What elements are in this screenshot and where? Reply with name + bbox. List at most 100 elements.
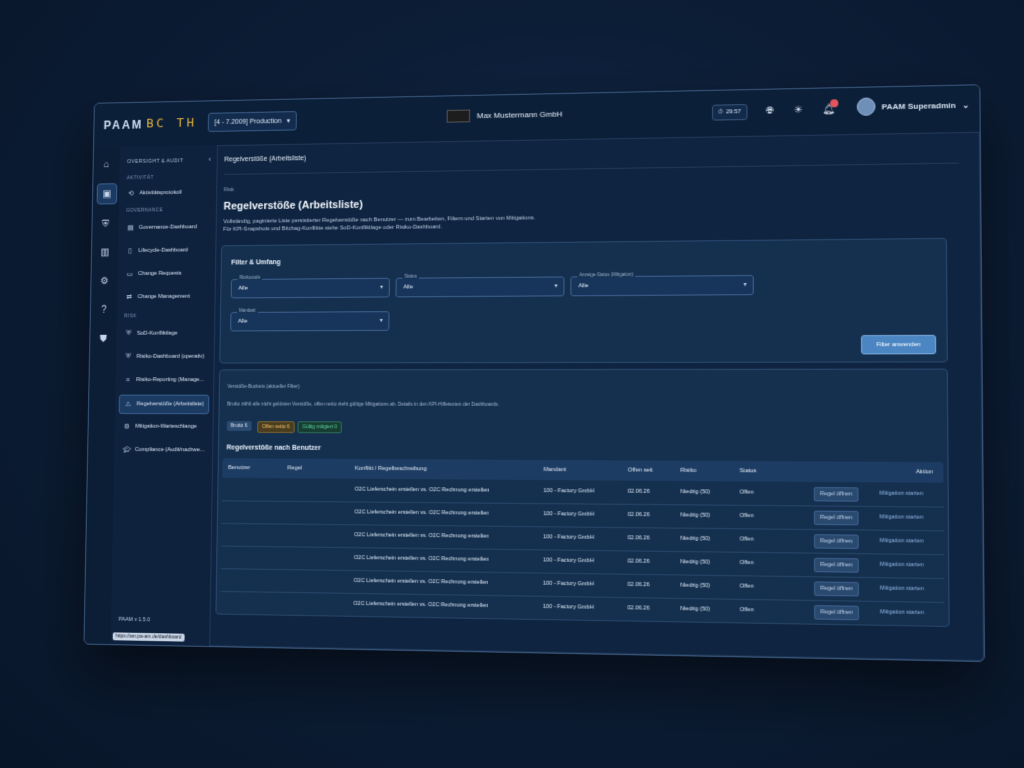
cell-status: Offen xyxy=(739,489,754,496)
field-label: Mandant xyxy=(237,307,258,313)
nav-item-sod-konfliktlage[interactable]: ⛨ SoD-Konfliktlage xyxy=(120,325,210,343)
open-rule-button[interactable]: Regel öffnen xyxy=(814,581,860,597)
nav-item-label: Regelverstöße (Arbeitsliste) xyxy=(136,401,205,408)
cell-risk: Niedrig (50) xyxy=(680,489,711,496)
nav-section-activity: AKTIVITÄT xyxy=(126,175,154,182)
nav-item-change-requests[interactable]: ▭ Change Requests xyxy=(121,265,211,283)
cell-mandant: 100 - Factory GmbH xyxy=(542,603,594,611)
cell-status: Offen xyxy=(739,583,754,590)
col-konflikt[interactable]: Konflikt / Regelbeschreibung xyxy=(355,466,427,472)
cell-status: Offen xyxy=(739,536,754,543)
nav-item-lifecycle-dashboard[interactable]: ▯ Lifecycle-Dashboard xyxy=(122,242,212,260)
chevron-down-icon: ▾ xyxy=(743,282,747,289)
cell-mandant: 100 - Factory GmbH xyxy=(542,580,594,588)
nav-item-aktivitaetsprotokoll[interactable]: ⟲ Aktivitätsprotokoll xyxy=(123,184,213,203)
building-icon[interactable]: ▥ xyxy=(96,243,115,262)
main-content: Regelverstöße (Arbeitsliste) Risk Regelv… xyxy=(209,132,984,661)
environment-select[interactable]: [4 - 7.2009] Production ▾ xyxy=(207,111,297,132)
cell-conflict: O2C Lieferschein erstellen vs. O2C Rechn… xyxy=(354,509,490,517)
apply-filter-button[interactable]: Filter anwenden xyxy=(860,334,937,355)
cell-since: 02.06.26 xyxy=(627,581,650,589)
filter-card: Filter & Umfang Risikostufe Alle ▾ Statu… xyxy=(219,237,948,364)
open-rule-button[interactable]: Regel öffnen xyxy=(813,487,859,502)
chevron-left-icon[interactable]: ‹ xyxy=(209,155,212,164)
field-value: Alle xyxy=(403,284,414,291)
start-mitigation-button[interactable]: Mitigation starten xyxy=(874,487,928,500)
col-benutzer[interactable]: Benutzer xyxy=(228,465,250,471)
chip-brutto: Brutto 6 xyxy=(226,421,252,431)
cell-risk: Niedrig (50) xyxy=(680,559,711,566)
app-version: PAAM v 1.5.0 xyxy=(118,616,151,624)
cell-since: 02.06.26 xyxy=(627,535,650,542)
clipboard-icon: ▭ xyxy=(126,271,133,278)
col-risiko[interactable]: Risiko xyxy=(680,468,696,474)
company-name: Max Mustermann GmbH xyxy=(476,109,563,121)
shield-icon[interactable]: ⛨ xyxy=(96,214,115,233)
page-title: Regelverstöße (Arbeitsliste) xyxy=(223,199,363,213)
chevron-down-icon: ▾ xyxy=(379,318,383,324)
scene: PAAM BC TH [4 - 7.2009] Production ▾ Max… xyxy=(0,0,1024,768)
start-mitigation-button[interactable]: Mitigation starten xyxy=(875,606,930,619)
cell-status: Offen xyxy=(739,512,754,520)
swap-icon: ⇄ xyxy=(126,294,133,302)
start-mitigation-button[interactable]: Mitigation starten xyxy=(875,582,930,595)
list-icon: ≡ xyxy=(125,376,130,384)
nav-item-label: SoD-Konfliktlage xyxy=(136,330,178,337)
company-logo xyxy=(446,109,471,123)
avatar xyxy=(856,97,876,116)
nav-item-governance-dashboard[interactable]: ▤ Governance-Dashboard xyxy=(122,218,212,236)
session-timer: ⏱ 29:57 xyxy=(712,104,748,121)
chevron-down-icon: ▾ xyxy=(554,283,558,290)
col-status[interactable]: Status xyxy=(740,468,757,474)
nav-sidebar: OVERSIGHT & AUDIT ‹ AKTIVITÄT ⟲ Aktivität… xyxy=(110,145,218,647)
shield-badge-icon[interactable]: ⛊ xyxy=(94,329,113,348)
open-rule-button[interactable]: Regel öffnen xyxy=(813,510,859,526)
nav-item-risiko-dashboard[interactable]: ⛨ Risiko-Dashboard (operativ) xyxy=(120,348,210,366)
nav-item-risiko-reporting[interactable]: ≡ Risiko-Reporting (Manage... xyxy=(119,371,210,389)
nav-section-governance: GOVERNANCE xyxy=(126,207,164,214)
bell-icon[interactable]: 🔔︎ xyxy=(822,99,839,116)
open-rule-button[interactable]: Regel öffnen xyxy=(814,605,860,621)
col-offen-seit[interactable]: Offen seit xyxy=(628,467,653,473)
cog-icon[interactable]: ⚙ xyxy=(95,271,114,290)
col-regel[interactable]: Regel xyxy=(287,465,302,471)
home-icon[interactable]: ⌂ xyxy=(97,155,116,174)
buckets-title: Verstöße-Buckets (aktueller Filter) xyxy=(227,383,300,390)
start-mitigation-button[interactable]: Mitigation starten xyxy=(874,535,929,548)
filter-status[interactable]: Status Alle ▾ xyxy=(395,273,565,298)
nav-item-label: Governance-Dashboard xyxy=(138,224,197,231)
cell-conflict: O2C Lieferschein erstellen vs. O2C Rechn… xyxy=(354,486,490,494)
dashboard-icon: ▤ xyxy=(127,225,134,232)
nav-item-compliance[interactable]: 🎓︎ Compliance (Audit/nachwe... xyxy=(118,441,209,459)
help-icon[interactable]: ? xyxy=(94,300,113,319)
cell-mandant: 100 - Factory GmbH xyxy=(543,488,595,495)
cell-since: 02.06.26 xyxy=(627,605,650,612)
cell-conflict: O2C Lieferschein erstellen vs. O2C Rechn… xyxy=(353,600,489,610)
paam-logo: PAAM xyxy=(103,117,144,133)
filter-anzeige-status[interactable]: Anzeige-Status (Mitigation) Alle ▾ xyxy=(570,271,754,297)
globe-icon[interactable]: 🌐︎ xyxy=(763,103,777,117)
cell-risk: Niedrig (50) xyxy=(680,512,711,519)
session-timer-value: 29:57 xyxy=(725,109,742,116)
filter-mandant[interactable]: Mandant Alle ▾ xyxy=(230,307,390,332)
sun-icon[interactable]: ☀ xyxy=(791,103,805,117)
monitor-icon[interactable]: ▣ xyxy=(96,183,118,205)
chip-gueltig-mitigiert: Gültig mitigiert 0 xyxy=(297,421,343,434)
user-menu[interactable]: PAAM Superadmin ⌄ xyxy=(856,96,969,116)
nav-header: OVERSIGHT & AUDIT xyxy=(126,158,184,165)
cell-status: Offen xyxy=(739,559,754,567)
start-mitigation-button[interactable]: Mitigation starten xyxy=(874,511,929,524)
start-mitigation-button[interactable]: Mitigation starten xyxy=(874,559,929,572)
nav-item-change-management[interactable]: ⇄ Change Management xyxy=(121,288,211,306)
filter-risikostufe[interactable]: Risikostufe Alle ▾ xyxy=(230,274,390,299)
brand-logo: BC TH xyxy=(146,115,197,132)
nav-item-regelverstoesse[interactable]: ⚠ Regelverstöße (Arbeitsliste) xyxy=(118,394,210,415)
col-mandant[interactable]: Mandant xyxy=(544,467,567,473)
nav-item-mitigation-warteschlange[interactable]: ⚙ Mitigation-Warteschlange xyxy=(118,418,209,436)
open-rule-button[interactable]: Regel öffnen xyxy=(813,534,859,550)
violations-table: Benutzer Regel Konflikt / Regelbeschreib… xyxy=(220,458,945,627)
cell-conflict: O2C Lieferschein erstellen vs. O2C Rechn… xyxy=(353,577,489,586)
breadcrumb[interactable]: Risk xyxy=(224,187,234,193)
nav-item-label: Change Management xyxy=(137,293,190,300)
open-rule-button[interactable]: Regel öffnen xyxy=(813,557,859,573)
